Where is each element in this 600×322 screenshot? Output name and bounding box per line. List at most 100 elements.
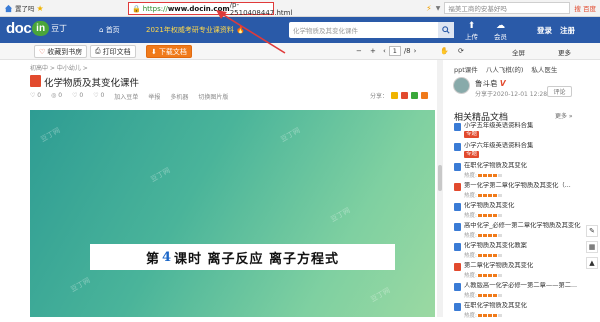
tab-doctor[interactable]: 私人医生 xyxy=(531,64,557,74)
rating-star xyxy=(477,253,482,257)
url-field[interactable]: 🔒 https:// www.docin.com /p-2510408447.h… xyxy=(128,1,292,17)
site-search-input[interactable]: 化学物质及其变化课件 xyxy=(289,22,454,38)
doc-scrollbar[interactable] xyxy=(437,60,443,317)
rating-star xyxy=(487,193,492,197)
share-qzone-icon[interactable] xyxy=(391,92,399,99)
follow-button[interactable]: 评论 xyxy=(547,86,572,97)
register-link[interactable]: 注册 xyxy=(560,25,575,36)
browser-address-bar: 置了吗 ★ 🔒 https:// www.docin.com /p-251040… xyxy=(0,0,600,17)
list-item[interactable]: 人教版高一化学必修一第二章——第二... 热度: xyxy=(454,282,594,302)
rating-star xyxy=(497,193,502,197)
report-link[interactable]: 举报 xyxy=(148,92,160,101)
doc-file-icon xyxy=(454,223,461,231)
share-more-icon[interactable] xyxy=(421,92,429,99)
hand-icon[interactable]: ✋ xyxy=(440,47,449,55)
browser-right-tools: ⚡ ▼ 福美工商的安基好吗 搜 百度 xyxy=(426,2,596,14)
home-icon[interactable] xyxy=(4,4,13,13)
fullscreen-button[interactable]: 全屏 xyxy=(512,47,525,57)
list-item-title[interactable]: 在职化学物质及其变化 xyxy=(464,162,588,170)
share-wechat-icon[interactable] xyxy=(411,92,419,99)
rating-star xyxy=(497,173,502,177)
tab-ppt[interactable]: ppt课件 xyxy=(454,64,478,74)
list-item-title[interactable]: 化学物质及其变化教案 xyxy=(464,242,588,250)
meta-comments[interactable]: ◎ 0 xyxy=(51,92,62,101)
collect-button[interactable]: ♡ 收藏到书房 xyxy=(34,45,88,58)
zoom-out-icon[interactable]: − xyxy=(356,47,362,55)
favorite-icon[interactable]: ★ xyxy=(37,4,44,13)
url-protocol: https:// xyxy=(142,4,168,13)
login-link[interactable]: 登录 xyxy=(537,25,552,36)
rating-star xyxy=(497,233,502,237)
list-item[interactable]: 第二章化学物质及其变化 热度: xyxy=(454,262,594,282)
nav-home-link[interactable]: ⌂ 首页 xyxy=(99,25,120,35)
lightning-icon[interactable]: ⚡ xyxy=(426,4,432,13)
browser-tab-label[interactable]: 置了吗 xyxy=(15,3,35,13)
list-item-title[interactable]: 人教版高一化学必修一第二章——第二... xyxy=(464,282,588,290)
next-page-icon[interactable]: › xyxy=(414,47,417,55)
list-item[interactable]: 高中化学_必修一第二章化学物质及其变化 热度: xyxy=(454,222,594,242)
feedback-icon[interactable]: ✎ xyxy=(586,225,598,237)
list-item-title[interactable]: 在职化学物质及其变化 xyxy=(464,302,588,310)
rotate-icon[interactable]: ⟳ xyxy=(458,47,464,55)
logo-in-badge: in xyxy=(32,21,50,36)
list-item-body: 在职化学物质及其变化 热度: xyxy=(464,162,588,179)
qr-icon[interactable]: ▦ xyxy=(586,241,598,253)
doc-file-icon xyxy=(454,263,461,271)
rating-star xyxy=(487,173,492,177)
zoom-in-icon[interactable]: + xyxy=(370,47,376,55)
share-weibo-icon[interactable] xyxy=(401,92,409,99)
browser-search-engine[interactable]: 搜 百度 xyxy=(574,3,596,13)
share-bar: 分享： xyxy=(370,91,429,100)
prev-page-icon[interactable]: ‹ xyxy=(383,47,386,55)
list-item-title[interactable]: 高中化学_必修一第二章化学物质及其变化 xyxy=(464,222,588,230)
tab-game[interactable]: 八人飞棋(的) xyxy=(486,64,524,74)
rating-star xyxy=(492,173,497,177)
related-more-link[interactable]: 更多 » xyxy=(555,111,573,120)
page-number-input[interactable]: 1 xyxy=(388,46,401,56)
print-button[interactable]: ⎙ 打印文档 xyxy=(90,45,136,58)
vip-button[interactable]: ☁ 会员 xyxy=(494,21,507,41)
right-sidebar: ppt课件 八人飞棋(的) 私人医生 鲁斗皂 V 分享于2020-12-01 1… xyxy=(447,60,600,319)
search-button[interactable] xyxy=(438,22,454,38)
multi-device-link[interactable]: 多机器 xyxy=(170,92,188,101)
list-item-title[interactable]: 小学五年级英语资料合集 xyxy=(464,122,588,130)
list-item[interactable]: 小学六年级英语资料合集 专题 xyxy=(454,142,594,162)
list-item-title[interactable]: 小学六年级英语资料合集 xyxy=(464,142,588,150)
scroll-thumb[interactable] xyxy=(438,165,442,191)
rating-label: 热度: xyxy=(464,193,477,199)
list-item[interactable]: 在职化学物质及其变化 热度: xyxy=(454,162,594,182)
more-button[interactable]: 更多 xyxy=(558,47,571,57)
download-button[interactable]: ⬇ 下载文档 xyxy=(146,45,192,58)
slide-heading: 第 4 课时 离子反应 离子方程式 xyxy=(90,244,395,270)
list-item-title[interactable]: 第一化学第二章化学物质及其变化（... xyxy=(464,182,588,190)
list-item[interactable]: 化学物质及其变化 热度: xyxy=(454,202,594,222)
list-item-title[interactable]: 第二章化学物质及其变化 xyxy=(464,262,588,270)
rating-star xyxy=(492,313,497,317)
list-item[interactable]: 化学物质及其变化教案 热度: xyxy=(454,242,594,262)
doc-toolbar: ♡ 收藏到书房 ⎙ 打印文档 ⬇ 下载文档 − + ‹ 1 /8 › ✋ ⟳ 全… xyxy=(0,43,600,60)
meta-favorites[interactable]: ♡ 0 xyxy=(93,92,104,101)
author-name[interactable]: 鲁斗皂 V xyxy=(475,78,506,89)
meta-likes[interactable]: ♡ 0 xyxy=(72,92,83,101)
back-to-top-icon[interactable]: ▲ xyxy=(586,257,598,269)
add-to-list-link[interactable]: 加入豆单 xyxy=(114,92,138,101)
list-item[interactable]: 小学五年级英语资料合集 专题 xyxy=(454,122,594,142)
docin-logo[interactable]: doc in 豆丁 xyxy=(6,20,67,37)
breadcrumb[interactable]: 初高中 > 中小幼儿 > xyxy=(30,63,88,72)
switch-image-link[interactable]: 切换图片版 xyxy=(198,92,228,101)
browser-search-placeholder: 福美工商的安基好吗 xyxy=(448,5,507,13)
doc-file-icon xyxy=(454,163,461,171)
rating-star xyxy=(487,273,492,277)
promo-link[interactable]: 2021年权威考研专业课资料 🔥 xyxy=(146,25,245,35)
list-item[interactable]: 第一化学第二章化学物质及其变化（... 热度: xyxy=(454,182,594,202)
doc-file-icon xyxy=(454,283,461,291)
chevron-down-icon[interactable]: ▼ xyxy=(436,5,441,12)
list-item-sub: 热度: xyxy=(464,311,588,319)
list-item[interactable]: 在职化学物质及其变化 热度: xyxy=(454,302,594,322)
upload-button[interactable]: ⬆ 上传 xyxy=(465,21,478,41)
list-item-title[interactable]: 化学物质及其变化 xyxy=(464,202,588,210)
browser-search-input[interactable]: 福美工商的安基好吗 xyxy=(444,2,571,14)
print-icon: ⎙ xyxy=(95,47,101,55)
avatar[interactable] xyxy=(453,77,470,94)
rating-label: 热度: xyxy=(464,233,477,239)
